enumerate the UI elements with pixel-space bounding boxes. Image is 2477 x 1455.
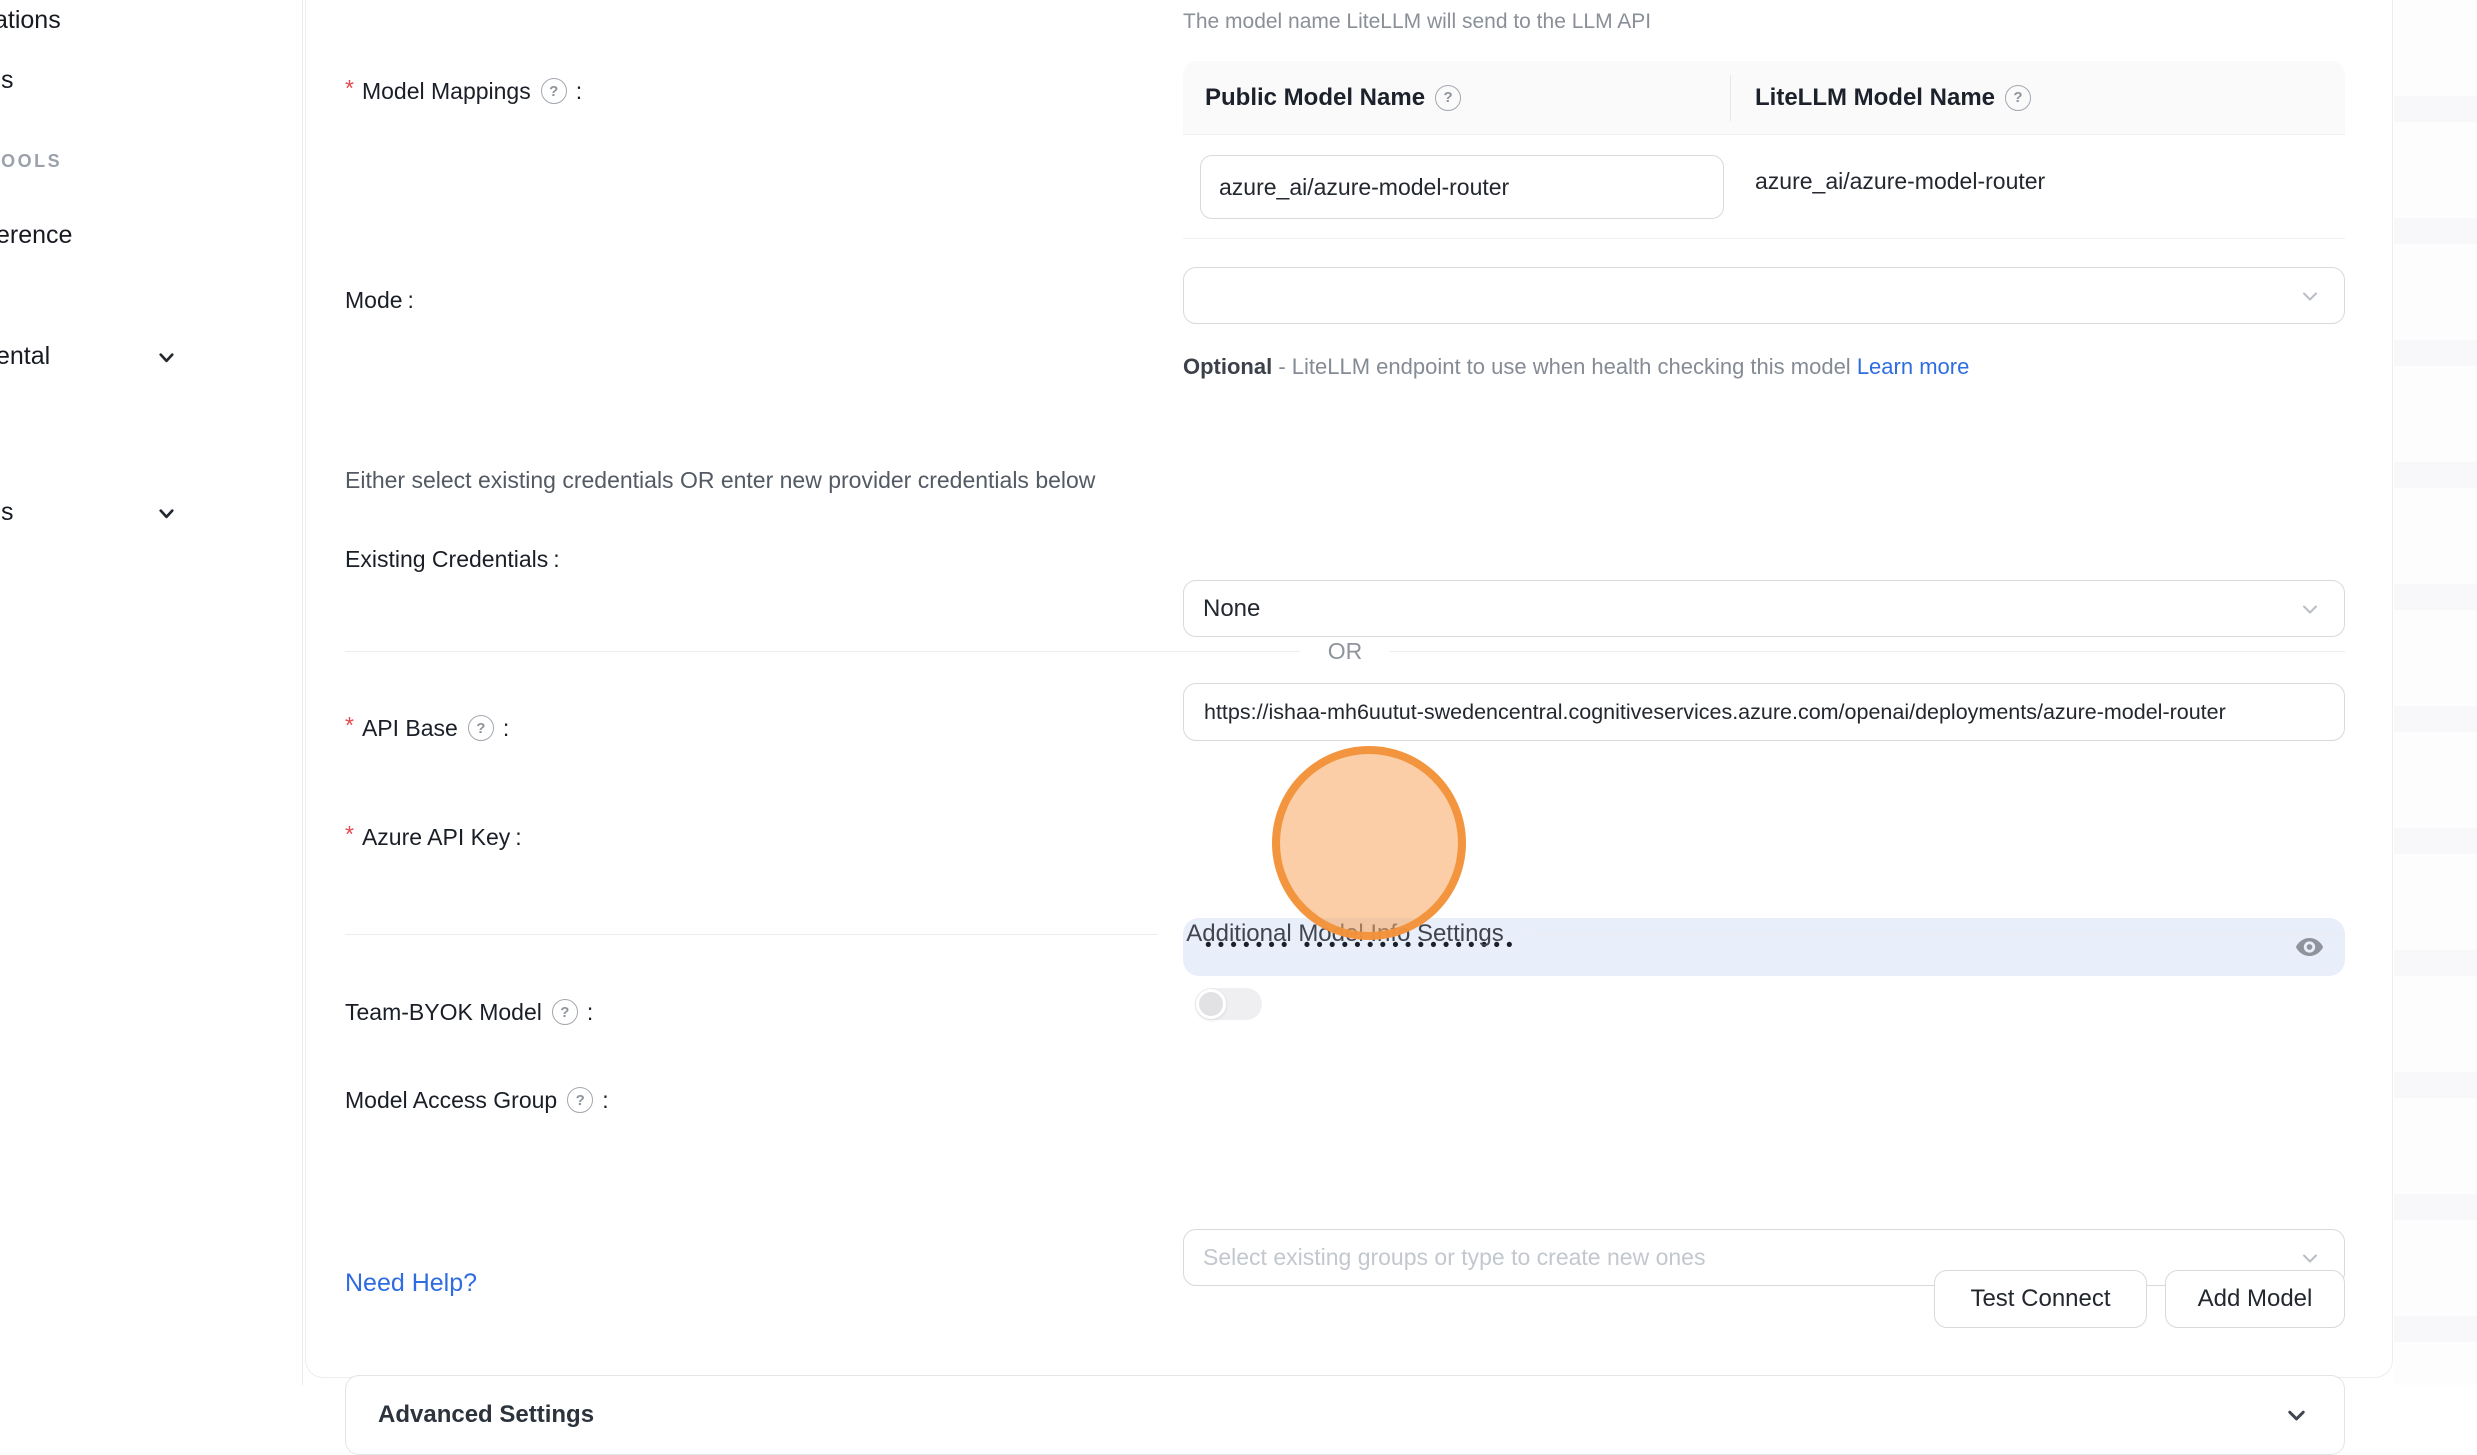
required-mark: * bbox=[345, 712, 354, 739]
learn-more-link[interactable]: Learn more bbox=[1857, 354, 1970, 379]
sidebar-section-label: TOOLS bbox=[0, 151, 62, 171]
chevron-down-icon bbox=[2298, 1246, 2322, 1270]
mode-label: Mode : bbox=[345, 283, 414, 317]
existing-credentials-select[interactable]: None bbox=[1183, 580, 2345, 637]
sidebar-item-s1[interactable]: s bbox=[1, 66, 14, 95]
add-model-button[interactable]: Add Model bbox=[2165, 1270, 2345, 1328]
sidebar-item-label: erence bbox=[0, 221, 72, 249]
sidebar-section-tools: TOOLS bbox=[0, 151, 62, 172]
test-connect-button[interactable]: Test Connect bbox=[1934, 1270, 2147, 1328]
table-header-row: Public Model Name ? LiteLLM Model Name ? bbox=[1183, 61, 2345, 135]
credentials-note: Either select existing credentials OR en… bbox=[345, 467, 1095, 494]
column-divider bbox=[1730, 75, 1731, 121]
litellm-model-name-value: azure_ai/azure-model-router bbox=[1755, 168, 2045, 195]
help-icon[interactable]: ? bbox=[1435, 85, 1461, 111]
help-icon[interactable]: ? bbox=[552, 999, 578, 1025]
model-access-group-placeholder: Select existing groups or type to create… bbox=[1203, 1244, 1705, 1271]
help-icon[interactable]: ? bbox=[2005, 85, 2031, 111]
need-help-link[interactable]: Need Help? bbox=[345, 1269, 477, 1298]
existing-credentials-label: Existing Credentials : bbox=[345, 542, 560, 576]
divider-line bbox=[1532, 934, 2345, 935]
sidebar-item-label: s bbox=[1, 66, 14, 94]
or-divider-text: OR bbox=[1328, 638, 1363, 665]
help-icon[interactable]: ? bbox=[541, 78, 567, 104]
additional-settings-divider: Additional Model Info Settings bbox=[345, 920, 2345, 948]
model-access-group-label: Model Access Group ? : bbox=[345, 1083, 609, 1117]
existing-credentials-value: None bbox=[1203, 595, 1260, 623]
mode-helper-text: Optional - LiteLLM endpoint to use when … bbox=[1183, 347, 1983, 387]
model-name-helper-text: The model name LiteLLM will send to the … bbox=[1183, 10, 1651, 34]
required-mark: * bbox=[345, 75, 354, 102]
sidebar-item-ations[interactable]: ations bbox=[0, 6, 61, 35]
public-model-name-input[interactable] bbox=[1200, 155, 1724, 219]
or-divider: OR bbox=[345, 637, 2345, 665]
sidebar-item-erence[interactable]: erence bbox=[0, 221, 72, 250]
table-row: azure_ai/azure-model-router bbox=[1183, 135, 2345, 239]
sidebar-item-s2[interactable]: s bbox=[1, 498, 14, 527]
chevron-down-icon bbox=[2298, 284, 2322, 308]
model-mappings-label: * Model Mappings ? : bbox=[345, 74, 582, 108]
chevron-down-icon bbox=[2283, 1402, 2310, 1429]
team-byok-toggle[interactable] bbox=[1195, 988, 1262, 1020]
help-icon[interactable]: ? bbox=[567, 1087, 593, 1113]
chevron-down-icon bbox=[2298, 597, 2322, 621]
api-base-input[interactable] bbox=[1183, 683, 2345, 741]
divider-line bbox=[345, 651, 1300, 652]
mode-select[interactable] bbox=[1183, 267, 2345, 324]
background-table-gutter bbox=[2394, 0, 2477, 1385]
chevron-down-icon[interactable] bbox=[155, 346, 178, 369]
divider-line bbox=[1390, 651, 2345, 652]
help-icon[interactable]: ? bbox=[468, 715, 494, 741]
divider-line bbox=[345, 934, 1158, 935]
additional-settings-divider-text: Additional Model Info Settings bbox=[1186, 920, 1504, 948]
chevron-down-icon[interactable] bbox=[155, 502, 178, 525]
advanced-settings-panel[interactable]: Advanced Settings bbox=[345, 1375, 2345, 1455]
app-sidebar: ations s TOOLS erence ental s bbox=[0, 0, 303, 1385]
column-header-litellm-model-name: LiteLLM Model Name ? bbox=[1730, 84, 2035, 112]
toggle-knob bbox=[1196, 989, 1226, 1019]
column-header-public-model-name: Public Model Name ? bbox=[1183, 84, 1730, 112]
required-mark: * bbox=[345, 821, 354, 848]
sidebar-item-label: ations bbox=[0, 6, 61, 34]
sidebar-item-label: ental bbox=[0, 342, 50, 370]
sidebar-item-label: s bbox=[1, 498, 14, 526]
advanced-settings-title: Advanced Settings bbox=[378, 1401, 594, 1429]
api-base-label: * API Base ? : bbox=[345, 711, 509, 745]
model-mappings-table: Public Model Name ? LiteLLM Model Name ?… bbox=[1183, 61, 2345, 239]
azure-api-key-label: * Azure API Key : bbox=[345, 820, 522, 854]
sidebar-item-ental[interactable]: ental bbox=[0, 342, 50, 371]
team-byok-label: Team-BYOK Model ? : bbox=[345, 995, 593, 1029]
optional-bold: Optional bbox=[1183, 354, 1272, 379]
add-model-page: ations s TOOLS erence ental s The model … bbox=[0, 0, 2477, 1385]
